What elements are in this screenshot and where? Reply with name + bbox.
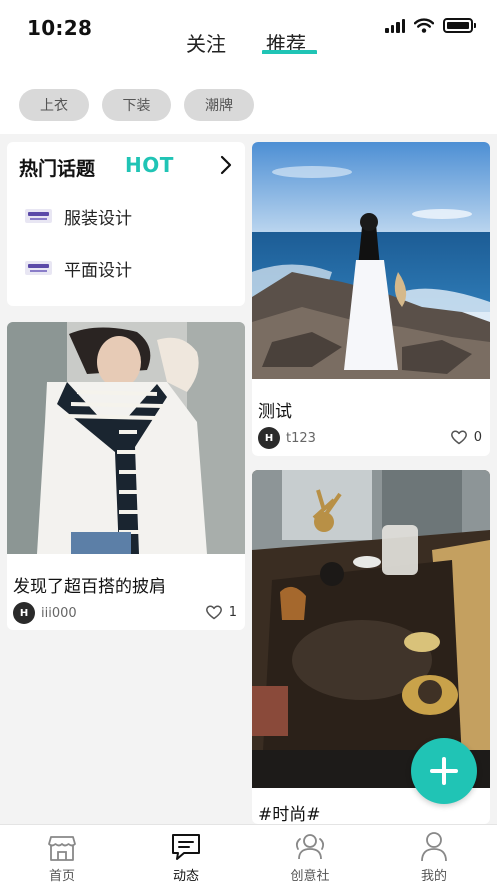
- add-post-button[interactable]: [411, 738, 477, 804]
- post-author[interactable]: H iii000: [13, 602, 77, 624]
- plus-icon: [430, 757, 458, 785]
- author-name: t123: [286, 430, 316, 446]
- bottom-nav: 首页 动态 创意社 我的: [0, 824, 497, 883]
- category-chip-tops[interactable]: 上衣: [19, 89, 89, 121]
- post-title: 测试: [258, 402, 292, 422]
- topic-label: 平面设计: [64, 260, 132, 281]
- nav-item-home[interactable]: 首页: [22, 829, 102, 883]
- hot-badge: HOT: [125, 153, 174, 177]
- like-count: 0: [473, 429, 482, 445]
- nav-item-creative[interactable]: 创意社: [270, 829, 350, 883]
- nav-item-feed[interactable]: 动态: [146, 829, 226, 883]
- status-icons: [385, 18, 476, 33]
- post-author[interactable]: H t123: [258, 427, 316, 449]
- author-name: iii000: [41, 605, 77, 621]
- avatar: H: [13, 602, 35, 624]
- nav-label: 首页: [48, 869, 75, 883]
- category-chip-bottoms[interactable]: 下装: [102, 89, 171, 121]
- post-image-beach: [252, 142, 490, 379]
- signal-icon: [385, 18, 405, 33]
- status-time: 10:28: [27, 16, 93, 40]
- topic-label: 服装设计: [64, 208, 132, 229]
- post-image-shawl: [7, 322, 245, 554]
- topic-item-graphic-design[interactable]: 平面设计: [25, 254, 132, 282]
- battery-icon: [443, 18, 476, 33]
- status-bar: 10:28: [0, 0, 497, 54]
- like-button[interactable]: 1: [205, 604, 237, 620]
- category-bar: 上衣 下装 潮牌: [0, 54, 497, 134]
- nav-label: 动态: [172, 869, 199, 883]
- hot-topics-title: 热门话题: [19, 158, 96, 180]
- post-title: #时尚#: [258, 805, 321, 824]
- tab-follow[interactable]: 关注: [186, 28, 226, 57]
- post-title: 发现了超百搭的披肩: [13, 577, 166, 597]
- heart-icon: [205, 605, 222, 620]
- nav-item-me[interactable]: 我的: [394, 829, 474, 883]
- chat-icon: [172, 834, 200, 860]
- person-icon: [421, 832, 447, 862]
- hot-topics-card[interactable]: 热门话题 HOT 服装设计 平面设计: [7, 142, 245, 306]
- post-card[interactable]: 发现了超百搭的披肩 H iii000 1: [7, 322, 245, 630]
- nav-label: 创意社: [290, 869, 330, 883]
- post-card[interactable]: 测试 H t123 0: [252, 142, 490, 456]
- topic-logo-icon: [25, 209, 52, 223]
- nav-label: 我的: [420, 869, 447, 883]
- heart-icon: [450, 430, 467, 445]
- wifi-icon: [414, 18, 434, 33]
- like-button[interactable]: 0: [450, 429, 482, 445]
- like-count: 1: [228, 604, 237, 620]
- avatar: H: [258, 427, 280, 449]
- category-chip-trendy[interactable]: 潮牌: [184, 89, 254, 121]
- topic-logo-icon: [25, 261, 52, 275]
- shop-icon: [48, 836, 76, 861]
- topic-item-fashion-design[interactable]: 服装设计: [25, 202, 132, 230]
- chevron-right-icon[interactable]: [219, 154, 233, 176]
- community-icon: [295, 834, 325, 860]
